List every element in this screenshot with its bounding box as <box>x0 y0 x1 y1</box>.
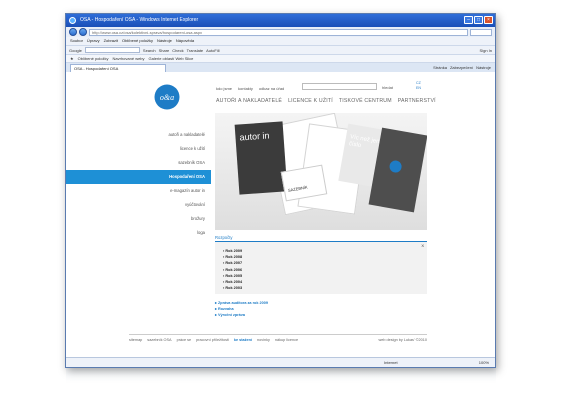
minimize-button[interactable]: – <box>464 16 473 24</box>
screenshot-stage: OSA - Hospodaření OSA - Windows Internet… <box>0 0 570 400</box>
site-search-input[interactable] <box>302 83 377 90</box>
close-button[interactable]: × <box>484 16 493 24</box>
footer-link[interactable]: novinky <box>257 338 270 342</box>
year-link[interactable]: ▪ Rok 2006 <box>223 267 242 273</box>
menu-item-favorites[interactable]: Oblíbené položky <box>122 37 153 45</box>
back-button[interactable] <box>69 28 77 36</box>
footer-credit: web design by Lukas' ©2010 <box>378 338 428 342</box>
footer-link[interactable]: sitemap <box>129 338 142 342</box>
osa-badge-icon <box>388 159 403 174</box>
command-page[interactable]: Stránka <box>433 65 447 70</box>
browser-window: OSA - Hospodaření OSA - Windows Internet… <box>65 13 496 368</box>
close-icon[interactable]: X <box>421 243 424 248</box>
top-links: kdo jsme kontakty odkaz na úřad <box>216 86 284 91</box>
autofill-button[interactable]: AutoFill <box>206 48 219 53</box>
favorites-item[interactable]: Galerie oblastí Web Slice <box>149 55 194 62</box>
address-bar[interactable]: http://www.osa.cz/osa/kolektivni-sprava/… <box>89 28 468 36</box>
window-controls: – □ × <box>464 16 493 24</box>
magazine-title: autor in <box>239 130 270 143</box>
zoom-level[interactable]: 100% <box>479 358 489 367</box>
footer-link-active[interactable]: ke stažení <box>234 338 252 342</box>
address-row: http://www.osa.cz/osa/kolektivni-sprava/… <box>66 27 495 37</box>
title-bar[interactable]: OSA - Hospodaření OSA - Windows Internet… <box>66 14 495 27</box>
rozpocty-heading[interactable]: Rozpočty <box>215 235 427 242</box>
left-menu-item-active[interactable]: Hospodaření OSA <box>66 170 211 184</box>
maximize-button[interactable]: □ <box>474 16 483 24</box>
status-bar: Internet 100% <box>66 357 495 367</box>
google-search-button[interactable]: Search <box>143 48 156 53</box>
top-link[interactable]: kontakty <box>238 86 253 91</box>
svg-text:o&a: o&a <box>160 93 174 102</box>
left-menu-item[interactable]: e-magazín autor in <box>66 184 211 198</box>
forward-button[interactable] <box>79 28 87 36</box>
hero-banner: autor in SAZEBNÍK Víc než jen číslo <box>215 113 427 230</box>
tab-bar: OSA - Hospodaření OSA Stránka Zabezpečen… <box>66 62 495 73</box>
sign-in-link[interactable]: Sign In <box>480 48 492 53</box>
favorites-star-icon[interactable]: ★ <box>70 55 74 62</box>
menu-item-view[interactable]: Zobrazit <box>104 37 118 45</box>
command-bar: Stránka Zabezpečení Nástroje <box>433 65 491 70</box>
site-search-button[interactable]: hledat <box>382 85 393 90</box>
footer-link[interactable]: nákup licence <box>275 338 298 342</box>
security-zone: Internet <box>384 360 398 365</box>
top-link[interactable]: kdo jsme <box>216 86 232 91</box>
command-security[interactable]: Zabezpečení <box>450 65 473 70</box>
window-reflection <box>66 366 496 384</box>
google-search-input[interactable] <box>84 47 140 53</box>
magazine-cover: autor in <box>234 121 288 195</box>
footer-link[interactable]: práce se <box>177 338 192 342</box>
sazebnik-title: SAZEBNÍK <box>287 184 308 193</box>
google-label: Google <box>69 47 82 53</box>
menu-item-tools[interactable]: Nástroje <box>157 37 172 45</box>
rozpocty-panel: X ▪ Rok 2009 ▪ Rok 2008 ▪ Rok 2007 ▪ Rok… <box>215 242 427 294</box>
left-menu-item[interactable]: vyúčtování <box>66 198 211 212</box>
left-menu-item[interactable]: brožury <box>66 212 211 226</box>
window-title: OSA - Hospodaření OSA - Windows Internet… <box>80 17 199 23</box>
menu-item-edit[interactable]: Úpravy <box>87 37 100 45</box>
nav-item[interactable]: PARTNERSTVÍ <box>398 98 436 104</box>
year-link[interactable]: ▪ Rok 2003 <box>223 285 242 291</box>
card-text: Víc než jen číslo <box>348 134 380 150</box>
year-list: ▪ Rok 2009 ▪ Rok 2008 ▪ Rok 2007 ▪ Rok 2… <box>223 248 242 291</box>
favorites-label[interactable]: Oblíbené položky <box>78 55 109 62</box>
menu-item-help[interactable]: Nápověda <box>176 37 194 45</box>
favorites-item[interactable]: Navrhované weby <box>113 55 145 62</box>
year-link[interactable]: ▪ Rok 2007 <box>223 260 242 266</box>
document-links: ▸ Zpráva auditora za rok 2009 ▸ Rozvaha … <box>215 300 268 318</box>
left-menu-item[interactable]: autoři a nakladatelé <box>66 128 211 142</box>
main-nav: AUTOŘI A NAKLADATELÉ LICENCE K UŽITÍ TIS… <box>216 98 436 104</box>
search-box[interactable] <box>470 28 492 36</box>
left-menu-item[interactable]: loga <box>66 226 211 240</box>
menu-bar: Soubor Úpravy Zobrazit Oblíbené položky … <box>66 37 495 45</box>
ie-icon <box>69 17 76 24</box>
command-tools[interactable]: Nástroje <box>476 65 491 70</box>
lang-en[interactable]: EN <box>416 86 421 91</box>
left-menu: autoři a nakladatelé licence k užití saz… <box>66 128 211 240</box>
favorites-bar: ★ Oblíbené položky Navrhované weby Galer… <box>66 54 495 62</box>
nav-item[interactable]: LICENCE K UŽITÍ <box>288 98 333 104</box>
footer-link[interactable]: pracovní příležitosti <box>196 338 229 342</box>
left-menu-item[interactable]: licence k užití <box>66 142 211 156</box>
page-content: o&a kdo jsme kontakty odkaz na úřad hled… <box>66 72 495 358</box>
osa-logo-icon[interactable]: o&a <box>154 84 180 110</box>
top-link[interactable]: odkaz na úřad <box>259 86 284 91</box>
nav-item[interactable]: TISKOVÉ CENTRUM <box>339 98 392 104</box>
site-footer: sitemap sazebník OSA práce se pracovní p… <box>129 334 427 342</box>
menu-item-file[interactable]: Soubor <box>70 37 83 45</box>
google-toolbar: Google Search Share Check Translate Auto… <box>66 45 495 54</box>
check-button[interactable]: Check <box>172 48 183 53</box>
footer-link[interactable]: sazebník OSA <box>147 338 171 342</box>
nav-item[interactable]: AUTOŘI A NAKLADATELÉ <box>216 98 282 104</box>
translate-button[interactable]: Translate <box>187 48 204 53</box>
share-button[interactable]: Share <box>159 48 170 53</box>
language-switch: CZ EN <box>416 81 421 91</box>
doc-link[interactable]: ▸ Výroční zpráva <box>215 312 268 318</box>
left-menu-item[interactable]: sazebník OSA <box>66 156 211 170</box>
